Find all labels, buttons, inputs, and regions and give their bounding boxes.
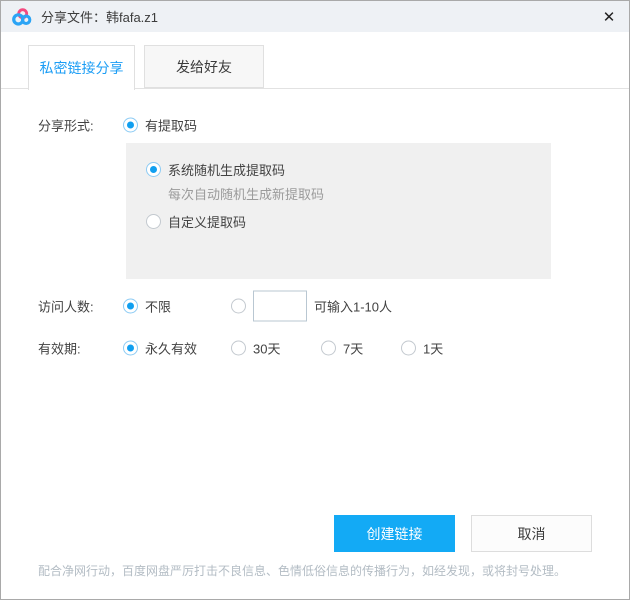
1-day-label[interactable]: 1天 — [423, 339, 443, 358]
custom-code-label[interactable]: 自定义提取码 — [168, 212, 246, 231]
radio-custom-visitor-count[interactable] — [231, 299, 246, 314]
share-type-label: 分享形式: — [38, 116, 94, 135]
radio-permanent[interactable] — [123, 341, 138, 356]
tab-private-link-share[interactable]: 私密链接分享 — [28, 45, 135, 90]
radio-unlimited-visitors[interactable] — [123, 299, 138, 314]
radio-with-code[interactable] — [123, 118, 138, 133]
7-days-label[interactable]: 7天 — [343, 339, 363, 358]
tab-send-to-friend[interactable]: 发给好友 — [144, 45, 264, 88]
share-type-row: 分享形式: 有提取码 — [1, 111, 629, 139]
visitors-unlimited-group: 不限 — [123, 297, 171, 316]
radio-system-code[interactable] — [146, 162, 161, 177]
custom-code-option: 自定义提取码 — [146, 209, 551, 233]
share-dialog: 分享文件：韩fafa.z1 ✕ 私密链接分享 发给好友 分享形式: 有提取码 系… — [0, 0, 630, 600]
system-code-description: 每次自动随机生成新提取码 — [168, 183, 551, 203]
cancel-button[interactable]: 取消 — [471, 515, 592, 552]
with-code-label[interactable]: 有提取码 — [145, 116, 197, 135]
validity-permanent-group: 永久有效 — [123, 339, 197, 358]
radio-7-days[interactable] — [321, 341, 336, 356]
radio-30-days[interactable] — [231, 341, 246, 356]
radio-custom-code[interactable] — [146, 214, 161, 229]
validity-row: 有效期: 永久有效 30天 7天 1天 — [1, 334, 629, 362]
system-code-label[interactable]: 系统随机生成提取码 — [168, 160, 285, 179]
code-options-panel: 系统随机生成提取码 每次自动随机生成新提取码 自定义提取码 — [126, 143, 551, 279]
visitors-label: 访问人数: — [38, 297, 94, 316]
validity-7days-group: 7天 — [321, 339, 363, 358]
dialog-title: 分享文件：韩fafa.z1 — [41, 7, 158, 26]
validity-1day-group: 1天 — [401, 339, 443, 358]
validity-30days-group: 30天 — [231, 339, 280, 358]
netdisk-logo-icon — [12, 7, 33, 27]
system-code-option: 系统随机生成提取码 — [146, 157, 551, 181]
visitors-row: 访问人数: 不限 可输入1-10人 — [1, 290, 629, 322]
validity-label: 有效期: — [38, 339, 81, 358]
permanent-label[interactable]: 永久有效 — [145, 339, 197, 358]
titlebar: 分享文件：韩fafa.z1 ✕ — [1, 1, 629, 32]
unlimited-visitors-label[interactable]: 不限 — [145, 297, 171, 316]
visitors-custom-group: 可输入1-10人 — [231, 291, 392, 322]
radio-1-day[interactable] — [401, 341, 416, 356]
share-type-option-group: 有提取码 — [123, 116, 197, 135]
visitor-count-hint: 可输入1-10人 — [314, 297, 392, 316]
footer-notice: 配合净网行动，百度网盘严厉打击不良信息、色情低俗信息的传播行为，如经发现，或将封… — [38, 564, 609, 579]
visitor-count-input[interactable] — [253, 291, 307, 322]
30-days-label[interactable]: 30天 — [253, 339, 280, 358]
create-link-button[interactable]: 创建链接 — [334, 515, 455, 552]
close-icon[interactable]: ✕ — [597, 5, 621, 29]
